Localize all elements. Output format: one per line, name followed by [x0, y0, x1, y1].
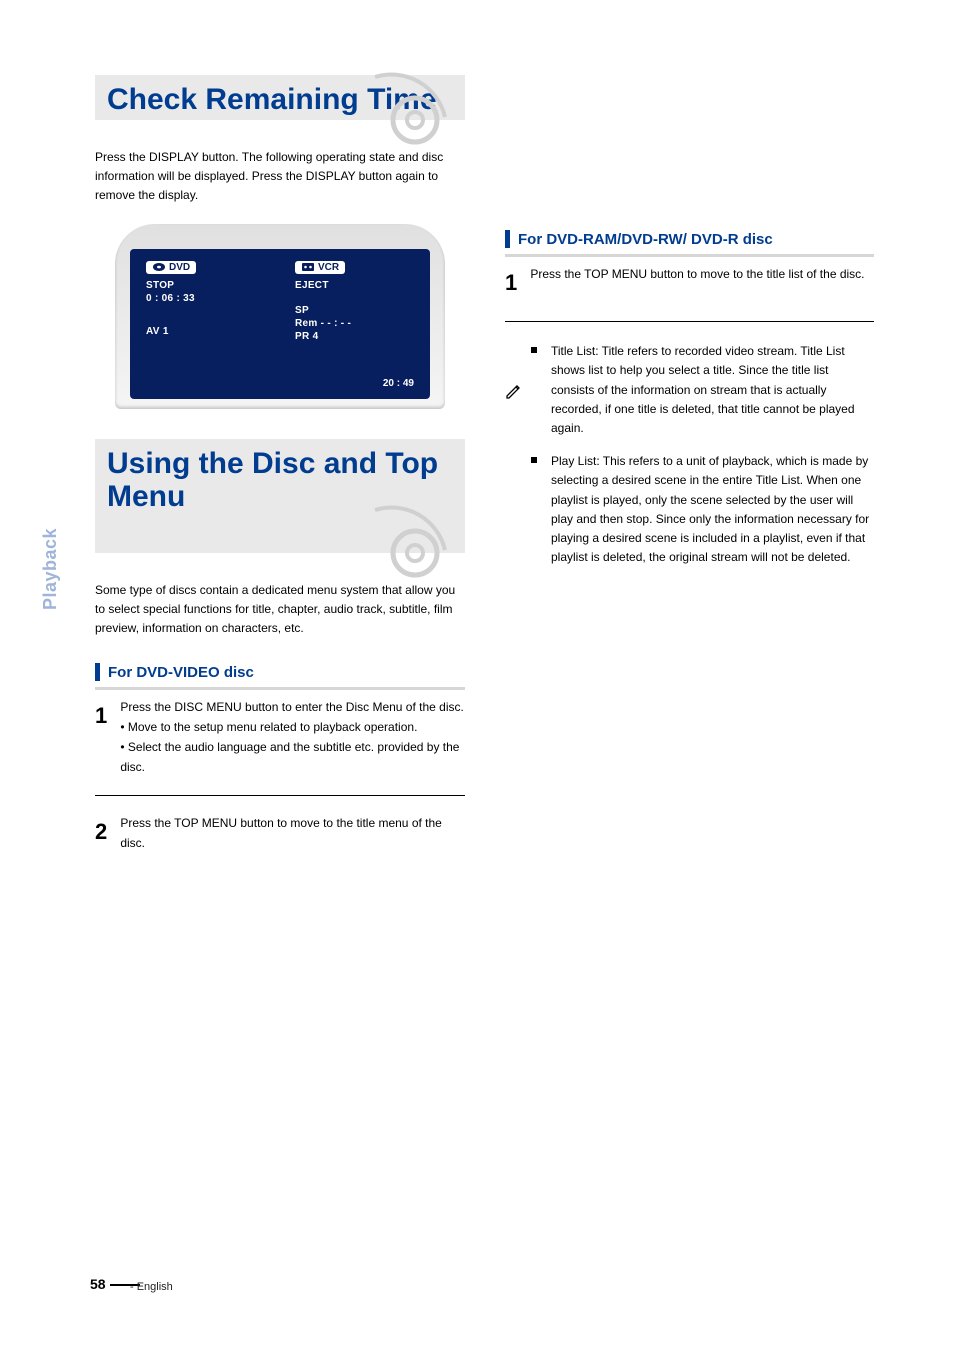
- right-column: For DVD-RAM/DVD-RW/ DVD-R disc 1 Press t…: [505, 75, 874, 864]
- title-using-menu: Using the Disc and Top Menu: [95, 439, 465, 553]
- note-title-list: Title List: Title refers to recorded vid…: [505, 342, 874, 438]
- step-1-text: Press the DISC MENU button to enter the …: [120, 700, 463, 714]
- title-check-remaining: Check Remaining Time: [95, 75, 465, 120]
- sidebar-tab: Playback: [40, 528, 61, 610]
- step-1-left: 1 Press the DISC MENU button to enter th…: [95, 698, 465, 777]
- step-2-num: 2: [95, 814, 117, 850]
- disc-icon: [370, 505, 450, 585]
- dvd-label: DVD: [169, 262, 190, 273]
- clock-time: 20 : 49: [383, 378, 414, 389]
- elapsed-time: 0 : 06 : 33: [146, 293, 265, 304]
- av-label: AV 1: [146, 326, 265, 337]
- note-play-list: Play List: This refers to a unit of play…: [505, 452, 874, 567]
- step-1-right: 1 Press the TOP MENU button to move to t…: [505, 265, 874, 301]
- dvd-badge: DVD: [146, 261, 196, 274]
- step-2-left: 2 Press the TOP MENU button to move to t…: [95, 814, 465, 854]
- subhead-dvd-video: For DVD-VIDEO disc: [95, 663, 465, 690]
- disc-icon: [370, 72, 450, 152]
- step-2-text: Press the TOP MENU button to move to the…: [120, 814, 464, 854]
- menu-intro-text: Some type of discs contain a dedicated m…: [95, 581, 465, 639]
- vcr-label: VCR: [318, 262, 339, 273]
- heading-using-menu: Using the Disc and Top Menu: [107, 447, 465, 513]
- vcr-tape-icon: [301, 262, 315, 272]
- rem-label: Rem - - : - -: [295, 318, 414, 329]
- eject-label: EJECT: [295, 280, 414, 291]
- subhead-dvd-video-label: For DVD-VIDEO disc: [108, 664, 254, 681]
- left-column: Check Remaining Time Press the DISPLAY b…: [95, 75, 465, 864]
- intro-text: Press the DISPLAY button. The following …: [95, 148, 465, 206]
- vcr-badge: VCR: [295, 261, 345, 274]
- tv-screen-mock: DVD STOP 0 : 06 : 33 AV 1 VCR EJECT SP: [115, 224, 445, 409]
- pr-label: PR 4: [295, 331, 414, 342]
- subhead-dvd-ram-label: For DVD-RAM/DVD-RW/ DVD-R disc: [518, 231, 773, 248]
- step-1-bullet1: Move to the setup menu related to playba…: [128, 720, 418, 734]
- step-1-right-text: Press the TOP MENU button to move to the…: [530, 265, 873, 285]
- stop-label: STOP: [146, 280, 265, 291]
- page-number-value: 58: [90, 1276, 106, 1292]
- subhead-dvd-ram: For DVD-RAM/DVD-RW/ DVD-R disc: [505, 230, 874, 257]
- step-1-num: 1: [95, 698, 117, 734]
- step-1-bullet2: Select the audio language and the subtit…: [120, 740, 459, 774]
- dvd-disc-icon: [152, 262, 166, 272]
- footer-label: - English: [130, 1281, 173, 1293]
- note-1-text: Title List: Title refers to recorded vid…: [551, 342, 874, 438]
- pencil-note-icon: [505, 344, 523, 438]
- sp-label: SP: [295, 305, 414, 316]
- step-1-right-num: 1: [505, 265, 527, 301]
- note-2-text: Play List: This refers to a unit of play…: [551, 452, 874, 567]
